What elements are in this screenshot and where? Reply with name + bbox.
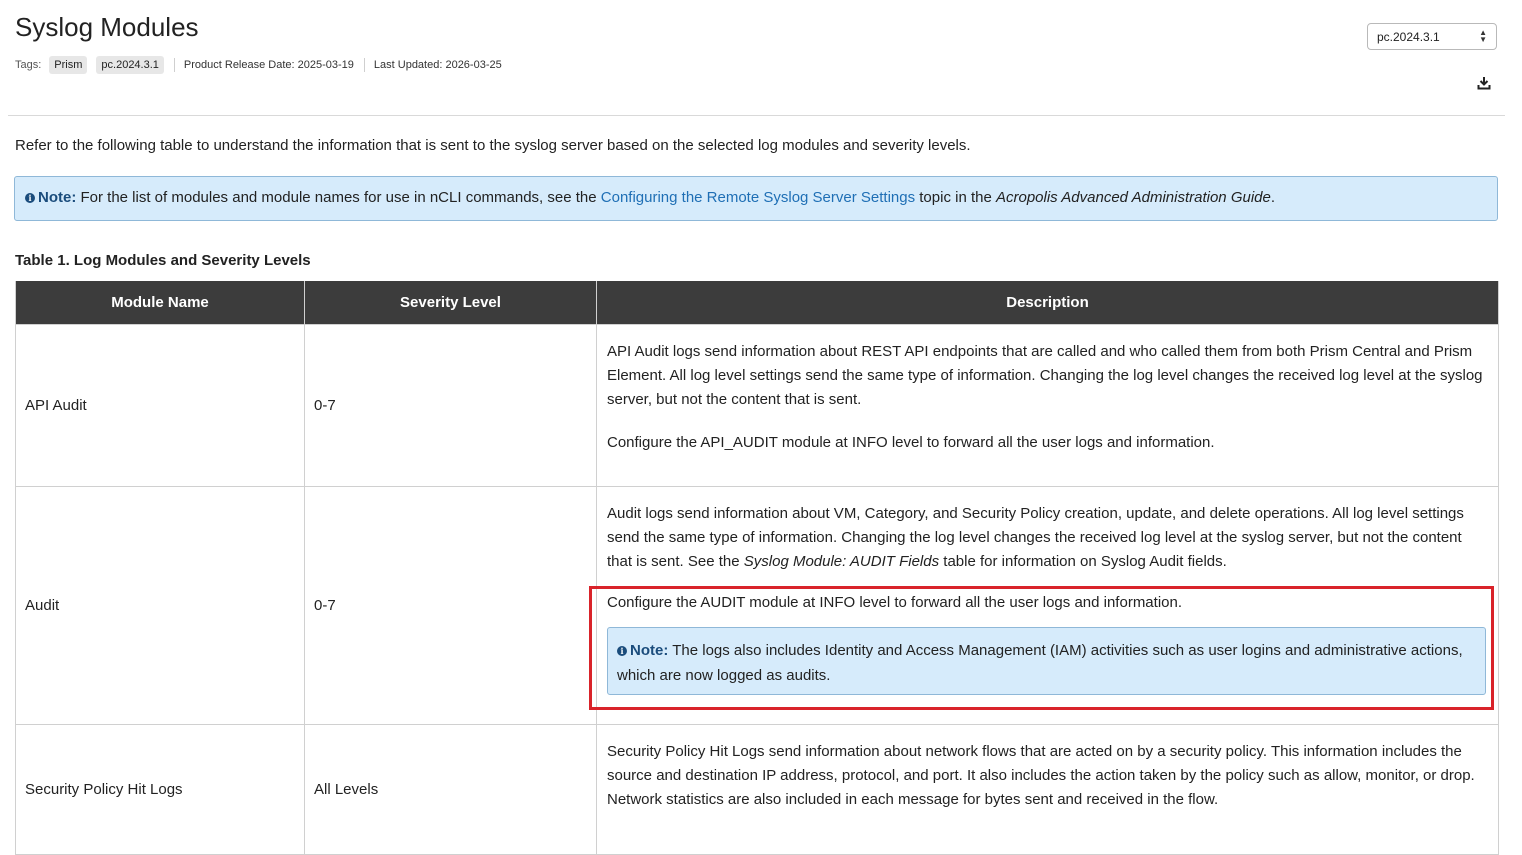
severity-cell: 0-7 bbox=[304, 324, 597, 487]
intro-text: Refer to the following table to understa… bbox=[15, 137, 971, 154]
syslog-settings-link[interactable]: Configuring the Remote Syslog Server Set… bbox=[601, 189, 915, 206]
log-modules-table: Module Name Severity Level Description A… bbox=[15, 281, 1499, 855]
description-cell: Security Policy Hit Logs send informatio… bbox=[596, 724, 1499, 855]
module-name-cell: Audit bbox=[15, 486, 305, 725]
doc-metadata: Tags: Prism pc.2024.3.1 Product Release … bbox=[15, 56, 502, 74]
last-updated: Last Updated: 2026-03-25 bbox=[373, 59, 502, 71]
header-divider bbox=[8, 115, 1505, 116]
table-caption: Table 1. Log Modules and Severity Levels bbox=[15, 252, 311, 269]
description-text: table for information on Syslog Audit fi… bbox=[939, 553, 1227, 570]
description-paragraph: Configure the API_AUDIT module at INFO l… bbox=[607, 434, 1215, 451]
note-box: i Note: For the list of modules and modul… bbox=[14, 176, 1498, 221]
download-icon[interactable] bbox=[1477, 76, 1491, 90]
module-name-cell: Security Policy Hit Logs bbox=[15, 724, 305, 855]
table-header-row: Module Name Severity Level Description bbox=[15, 281, 1499, 325]
tag-prism[interactable]: Prism bbox=[49, 56, 88, 74]
tag-version[interactable]: pc.2024.3.1 bbox=[96, 56, 164, 74]
note-text-before: For the list of modules and module names… bbox=[76, 189, 601, 206]
note-text-middle: topic in the bbox=[915, 189, 996, 206]
release-date: Product Release Date: 2025-03-19 bbox=[183, 59, 354, 71]
table-row: Security Policy Hit Logs All Levels Secu… bbox=[15, 724, 1499, 855]
note-label: Note: bbox=[38, 189, 77, 206]
module-name-cell: API Audit bbox=[15, 324, 305, 487]
meta-divider bbox=[363, 58, 365, 72]
severity-cell: All Levels bbox=[304, 724, 597, 855]
column-header-description: Description bbox=[596, 281, 1499, 325]
table-row: API Audit 0-7 API Audit logs send inform… bbox=[15, 324, 1499, 487]
tags-label: Tags: bbox=[15, 59, 42, 71]
version-select[interactable]: pc.2024.3.1 ▲ ▼ bbox=[1367, 23, 1497, 50]
updown-chevron-icon: ▲ ▼ bbox=[1479, 28, 1487, 44]
severity-cell: 0-7 bbox=[304, 486, 597, 725]
info-icon: i bbox=[25, 193, 35, 203]
page-title: Syslog Modules bbox=[15, 12, 199, 42]
guide-title: Acropolis Advanced Administration Guide bbox=[995, 189, 1271, 206]
column-header-severity: Severity Level bbox=[304, 281, 597, 325]
description-paragraph: Security Policy Hit Logs send informatio… bbox=[607, 743, 1475, 808]
version-select-value: pc.2024.3.1 bbox=[1377, 29, 1440, 44]
note-text-after: . bbox=[1270, 189, 1276, 206]
description-cell: API Audit logs send information about RE… bbox=[596, 324, 1499, 487]
column-header-module: Module Name bbox=[15, 281, 305, 325]
meta-divider bbox=[173, 58, 175, 72]
highlight-annotation-box bbox=[589, 586, 1494, 710]
audit-fields-table-ref: Syslog Module: AUDIT Fields bbox=[743, 553, 940, 570]
description-paragraph: Audit logs send information about VM, Ca… bbox=[607, 502, 1486, 574]
description-paragraph: API Audit logs send information about RE… bbox=[607, 343, 1483, 408]
